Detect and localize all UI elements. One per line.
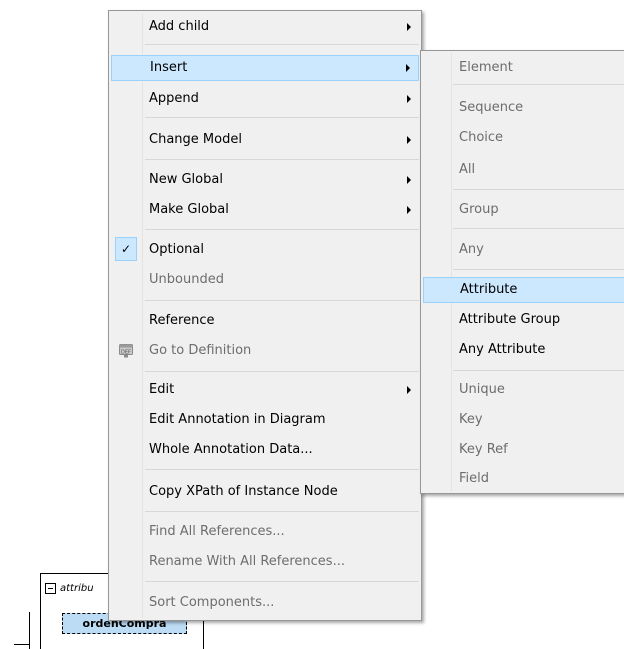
schema-diagram-canvas: attribu ordenCompra Add child Insert App…: [0, 0, 624, 649]
submenu-arrow-icon: [407, 206, 411, 214]
insert-submenu: Element Sequence Choice All Group Any At…: [420, 50, 624, 494]
menu-item-insert[interactable]: Insert: [111, 55, 419, 81]
submenu-item-key-ref[interactable]: Key Ref: [423, 437, 624, 463]
menu-item-reference[interactable]: Reference: [111, 308, 419, 334]
menu-item-rename-with-all-references[interactable]: Rename With All References...: [111, 549, 419, 575]
menu-item-change-model[interactable]: Change Model: [111, 127, 419, 153]
menu-separator: [145, 159, 419, 160]
menu-separator: [453, 228, 624, 229]
menu-separator: [453, 189, 624, 190]
menu-separator: [453, 84, 624, 85]
submenu-arrow-icon: [407, 23, 411, 31]
menu-item-new-global[interactable]: New Global: [111, 167, 419, 193]
menu-item-edit-annotation[interactable]: Edit Annotation in Diagram: [111, 407, 419, 433]
submenu-item-all[interactable]: All: [423, 157, 624, 183]
menu-separator: [145, 117, 419, 118]
submenu-arrow-icon: [407, 176, 411, 184]
submenu-item-attribute[interactable]: Attribute: [423, 277, 624, 303]
submenu-item-sequence[interactable]: Sequence: [423, 95, 624, 121]
menu-separator: [145, 511, 419, 512]
menu-separator: [145, 371, 419, 372]
submenu-item-group[interactable]: Group: [423, 197, 624, 223]
menu-item-sort-components[interactable]: Sort Components...: [111, 590, 419, 616]
collapse-icon[interactable]: [45, 582, 56, 594]
menu-item-add-child[interactable]: Add child: [111, 14, 419, 40]
attributes-box-header: attribu: [45, 581, 94, 595]
menu-separator: [453, 269, 624, 270]
submenu-item-element[interactable]: Element: [423, 55, 624, 81]
checkmark-icon: ✓: [115, 237, 137, 261]
submenu-item-field[interactable]: Field: [423, 466, 624, 492]
submenu-item-choice[interactable]: Choice: [423, 125, 624, 151]
menu-separator: [145, 581, 419, 582]
menu-item-edit[interactable]: Edit: [111, 377, 419, 403]
menu-separator: [145, 469, 419, 470]
submenu-arrow-icon: [407, 386, 411, 394]
menu-separator: [145, 300, 419, 301]
menu-item-go-to-definition[interactable]: DEF Go to Definition: [111, 338, 419, 364]
connector-line: [14, 644, 30, 645]
submenu-item-unique[interactable]: Unique: [423, 377, 624, 403]
submenu-arrow-icon: [407, 136, 411, 144]
go-to-definition-icon: DEF: [119, 344, 133, 358]
menu-item-find-all-references[interactable]: Find All References...: [111, 519, 419, 545]
menu-separator: [145, 44, 419, 45]
menu-item-whole-annotation-data[interactable]: Whole Annotation Data...: [111, 437, 419, 463]
menu-item-unbounded[interactable]: Unbounded: [111, 267, 419, 293]
submenu-arrow-icon: [407, 95, 411, 103]
menu-item-optional[interactable]: ✓ Optional: [111, 237, 419, 263]
attributes-box-label: attribu: [60, 582, 94, 594]
menu-separator: [145, 229, 419, 230]
submenu-item-key[interactable]: Key: [423, 407, 624, 433]
menu-item-append[interactable]: Append: [111, 86, 419, 112]
submenu-arrow-icon: [406, 64, 410, 72]
menu-item-make-global[interactable]: Make Global: [111, 197, 419, 223]
menu-item-copy-xpath[interactable]: Copy XPath of Instance Node: [111, 479, 419, 505]
menu-separator: [453, 370, 624, 371]
submenu-item-any[interactable]: Any: [423, 237, 624, 263]
context-menu: Add child Insert Append Change Model New…: [108, 10, 422, 621]
submenu-item-any-attribute[interactable]: Any Attribute: [423, 337, 624, 363]
submenu-item-attribute-group[interactable]: Attribute Group: [423, 307, 624, 333]
